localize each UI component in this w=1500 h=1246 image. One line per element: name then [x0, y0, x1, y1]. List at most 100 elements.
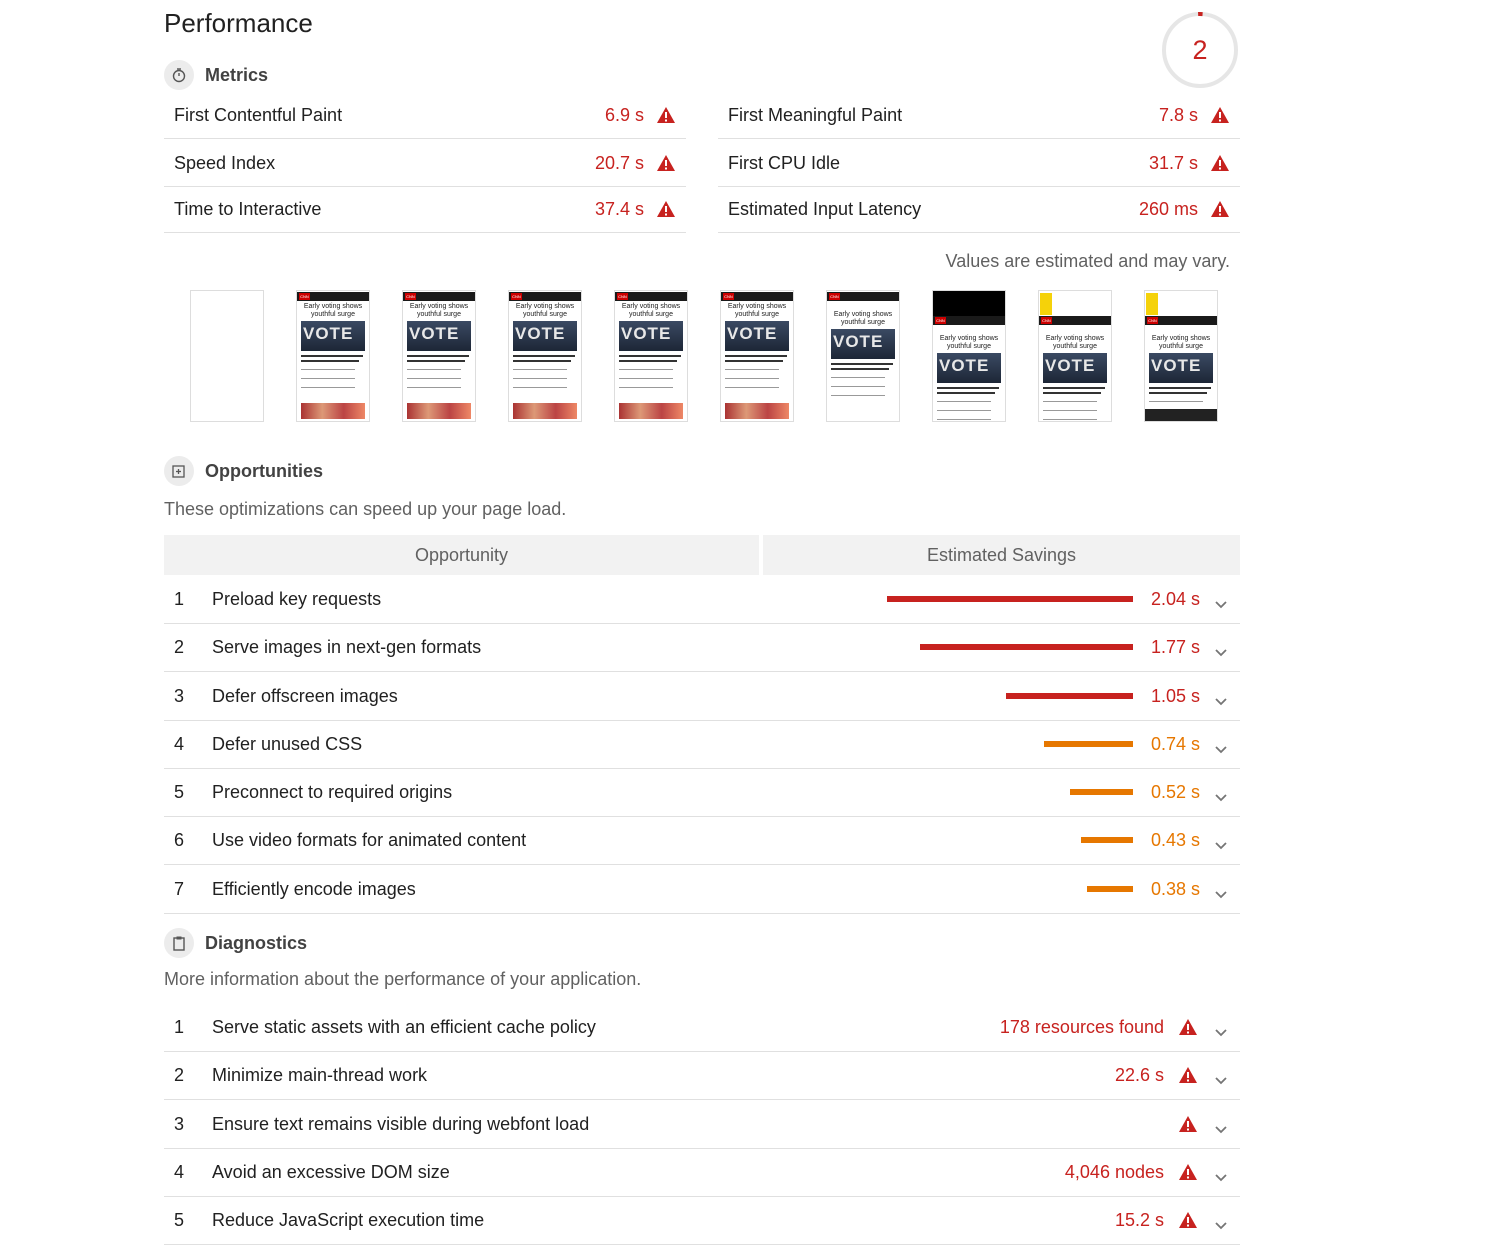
chevron-down-icon[interactable]: [1214, 642, 1228, 657]
warning-icon: [1210, 106, 1230, 124]
diagnostic-label: Ensure text remains visible during webfo…: [212, 1113, 590, 1134]
opportunity-row[interactable]: 5 Preconnect to required origins 0.52 s: [164, 768, 1240, 817]
opportunity-label: Defer unused CSS: [212, 733, 363, 754]
diagnostic-label: Reduce JavaScript execution time: [212, 1209, 485, 1230]
row-number: 7: [174, 878, 185, 899]
filmstrip-frame: CNN Early voting shows youthful surge VOTE: [402, 290, 476, 422]
opportunity-row[interactable]: 3 Defer offscreen images 1.05 s: [164, 672, 1240, 721]
frame-hero-text: VOTE: [1045, 356, 1096, 375]
opportunities-heading-label: Opportunities: [205, 460, 323, 481]
opportunity-label: Serve images in next-gen formats: [212, 636, 482, 657]
metric-row: First CPU Idle 31.7 s: [718, 140, 1240, 187]
opportunity-row[interactable]: 6 Use video formats for animated content 0…: [164, 816, 1240, 865]
opportunities-heading: Opportunities: [164, 456, 323, 486]
metric-value: 260 ms: [1138, 198, 1198, 219]
filmstrip-frame: CNN Early voting shows youthful surge VOTE: [720, 290, 794, 422]
diagnostic-row[interactable]: 4 Avoid an excessive DOM size 4,046 nodes: [164, 1148, 1240, 1197]
diagnostic-label: Avoid an excessive DOM size: [212, 1161, 450, 1182]
row-number: 3: [174, 1113, 185, 1134]
diagnostic-value: 4,046 nodes: [1064, 1161, 1164, 1182]
metric-value: 20.7 s: [594, 152, 644, 173]
metric-label: First Contentful Paint: [174, 104, 343, 125]
savings-bar: [1086, 886, 1133, 892]
metric-value: 7.8 s: [1158, 104, 1198, 125]
frame-headline: Early voting shows youthful surge: [1151, 335, 1211, 350]
metrics-heading-label: Metrics: [205, 64, 269, 85]
opportunity-row[interactable]: 4 Defer unused CSS 0.74 s: [164, 720, 1240, 769]
frame-hero-text: VOTE: [303, 324, 354, 343]
diagnostic-row[interactable]: 3 Ensure text remains visible during webf…: [164, 1100, 1240, 1149]
diagnostic-row[interactable]: 5 Reduce JavaScript execution time 15.2 s: [164, 1196, 1240, 1245]
chevron-down-icon[interactable]: [1214, 884, 1228, 899]
chevron-down-icon[interactable]: [1214, 1167, 1228, 1182]
chevron-down-icon[interactable]: [1214, 787, 1228, 802]
warning-icon: [1178, 1163, 1198, 1181]
savings-value: 1.77 s: [1150, 636, 1200, 657]
frame-headline: Early voting shows youthful surge: [409, 303, 469, 318]
opportunity-row[interactable]: 7 Efficiently encode images 0.38 s: [164, 865, 1240, 914]
frame-logo: CNN: [1147, 317, 1158, 324]
diagnostics-heading-label: Diagnostics: [205, 932, 308, 953]
frame-headline: Early voting shows youthful surge: [515, 303, 575, 318]
chevron-down-icon[interactable]: [1214, 1215, 1228, 1230]
metric-value: 6.9 s: [604, 104, 644, 125]
warning-icon: [1178, 1066, 1198, 1084]
metrics-heading: Metrics: [164, 60, 268, 90]
savings-bar: [1069, 789, 1133, 795]
row-number: 5: [174, 1209, 185, 1230]
diagnostic-label: Minimize main-thread work: [212, 1064, 428, 1085]
diagnostic-row[interactable]: 1 Serve static assets with an efficient c…: [164, 1003, 1240, 1052]
frame-hero-text: VOTE: [409, 324, 460, 343]
frame-hero-text: VOTE: [833, 332, 884, 351]
frame-logo: CNN: [617, 293, 628, 300]
page-title: Performance: [164, 8, 313, 38]
frame-hero-text: VOTE: [939, 356, 990, 375]
filmstrip-frame: CNN Early voting shows youthful surge VOTE: [1038, 290, 1112, 422]
filmstrip-frame: CNN Early voting shows youthful surge VOTE: [614, 290, 688, 422]
warning-icon: [1178, 1115, 1198, 1133]
row-number: 4: [174, 733, 185, 754]
diagnostic-row[interactable]: 2 Minimize main-thread work 22.6 s: [164, 1051, 1240, 1100]
row-number: 1: [174, 588, 185, 609]
frame-photo: [619, 403, 683, 419]
diagnostic-value: 22.6 s: [1114, 1064, 1164, 1085]
warning-icon: [1210, 200, 1230, 218]
filmstrip: CNN Early voting shows youthful surge VOTE…: [190, 290, 1250, 422]
warning-icon: [656, 200, 676, 218]
savings-bar: [1043, 741, 1133, 747]
frame-hero-text: VOTE: [515, 324, 566, 343]
frame-headline: Early voting shows youthful surge: [1045, 335, 1105, 350]
opportunity-row[interactable]: 1 Preload key requests 2.04 s: [164, 575, 1240, 624]
frame-logo: CNN: [511, 293, 522, 300]
metric-label: Time to Interactive: [174, 198, 322, 219]
savings-value: 1.05 s: [1150, 685, 1200, 706]
metric-value: 37.4 s: [594, 198, 644, 219]
savings-bar: [1080, 837, 1133, 843]
chevron-down-icon[interactable]: [1214, 1119, 1228, 1134]
diagnostic-label: Serve static assets with an efficient ca…: [212, 1016, 596, 1037]
warning-icon: [1210, 154, 1230, 172]
score-value: 2: [1192, 35, 1208, 65]
frame-hero-text: VOTE: [727, 324, 778, 343]
chevron-down-icon[interactable]: [1214, 594, 1228, 609]
frame-logo: CNN: [723, 293, 734, 300]
opportunity-label: Preconnect to required origins: [212, 781, 453, 802]
chevron-down-icon[interactable]: [1214, 1070, 1228, 1085]
metric-value: 31.7 s: [1148, 152, 1198, 173]
savings-value: 0.52 s: [1150, 781, 1200, 802]
chevron-down-icon[interactable]: [1214, 1022, 1228, 1037]
opportunity-label: Use video formats for animated content: [212, 829, 527, 850]
chevron-down-icon[interactable]: [1214, 835, 1228, 850]
chevron-down-icon[interactable]: [1214, 691, 1228, 706]
opportunity-row[interactable]: 2 Serve images in next-gen formats 1.77 s: [164, 623, 1240, 672]
row-number: 5: [174, 781, 185, 802]
chevron-down-icon[interactable]: [1214, 739, 1228, 754]
metric-row: Speed Index 20.7 s: [164, 140, 686, 187]
opportunity-label: Defer offscreen images: [212, 685, 398, 706]
stopwatch-icon: [164, 60, 194, 90]
metric-row: Estimated Input Latency 260 ms: [718, 186, 1240, 233]
opportunities-table-header: Opportunity Estimated Savings: [164, 535, 1240, 575]
opportunity-label: Efficiently encode images: [212, 878, 416, 899]
opportunity-label: Preload key requests: [212, 588, 382, 609]
filmstrip-frame: CNN Early voting shows youthful surge VOTE: [1144, 290, 1218, 422]
